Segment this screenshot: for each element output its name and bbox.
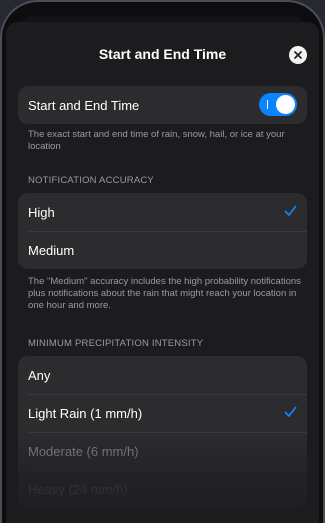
checkmark-icon: [284, 406, 297, 417]
settings-sheet: Start and End Time Start and End Time Th…: [6, 22, 319, 523]
toggle-knob: [276, 95, 295, 114]
intensity-option-label: Heavy (24 mm/h): [28, 481, 128, 497]
checkmark-icon: [284, 205, 297, 216]
start-end-time-row: Start and End Time: [18, 86, 307, 124]
start-end-time-label: Start and End Time: [28, 97, 140, 113]
start-end-time-card: Start and End Time: [18, 86, 307, 124]
intensity-option-light-rain[interactable]: Light Rain (1 mm/h): [18, 394, 307, 432]
intensity-option-label: Moderate (6 mm/h): [28, 443, 139, 459]
start-end-time-description: The exact start and end time of rain, sn…: [28, 129, 285, 152]
accuracy-note: The "Medium" accuracy includes the high …: [28, 276, 301, 311]
phone-frame: Start and End Time Start and End Time Th…: [0, 0, 325, 523]
accuracy-option-medium[interactable]: Medium: [18, 231, 307, 269]
intensity-option-label: Light Rain (1 mm/h): [28, 405, 143, 421]
sheet-header: Start and End Time: [6, 22, 319, 88]
accuracy-option-label: Medium: [28, 242, 75, 258]
toggle-on-indicator: [267, 100, 268, 109]
accuracy-option-label: High: [28, 204, 55, 220]
precipitation-intensity-header: MINIMUM PRECIPITATION INTENSITY: [28, 338, 204, 349]
intensity-option-moderate[interactable]: Moderate (6 mm/h): [18, 432, 307, 470]
notification-accuracy-card: High Medium: [18, 193, 307, 269]
close-icon: [294, 51, 302, 59]
intensity-option-heavy[interactable]: Heavy (24 mm/h): [18, 470, 307, 508]
sheet-title: Start and End Time: [98, 46, 227, 62]
intensity-option-any[interactable]: Any: [18, 356, 307, 394]
start-end-time-toggle[interactable]: [259, 93, 297, 116]
close-button[interactable]: [289, 46, 307, 64]
precipitation-intensity-card: Any Light Rain (1 mm/h) Moderate (6 mm/h…: [18, 356, 307, 508]
accuracy-option-high[interactable]: High: [18, 193, 307, 231]
notification-accuracy-header: NOTIFICATION ACCURACY: [28, 175, 154, 186]
intensity-option-label: Any: [28, 367, 51, 383]
